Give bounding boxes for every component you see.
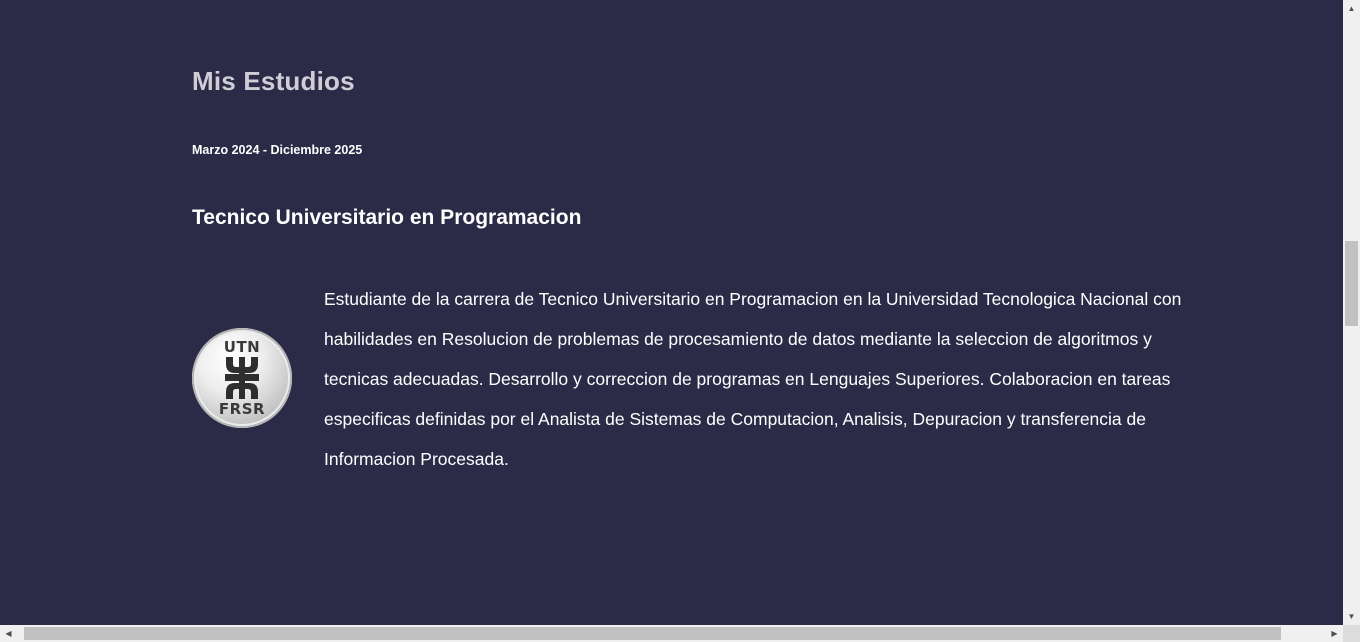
- logo-top-text: UTN: [223, 338, 261, 356]
- utn-emblem-icon: [225, 357, 259, 399]
- education-description: Estudiante de la carrera de Tecnico Univ…: [324, 289, 1182, 469]
- vertical-scrollbar-thumb[interactable]: [1345, 241, 1358, 326]
- scrollbar-corner: [1343, 625, 1360, 642]
- horizontal-scrollbar-thumb[interactable]: [24, 627, 1281, 640]
- section-title: Mis Estudios: [192, 66, 355, 96]
- triangle-left-icon[interactable]: ◀: [0, 625, 17, 642]
- triangle-down-icon[interactable]: ▼: [1343, 608, 1360, 625]
- education-dates: Marzo 2024 - Diciembre 2025: [192, 143, 363, 157]
- degree-title: Tecnico Universitario en Programacion: [192, 206, 582, 229]
- page-content: Mis Estudios Marzo 2024 - Diciembre 2025…: [0, 0, 1343, 625]
- triangle-right-icon[interactable]: ▶: [1326, 625, 1343, 642]
- logo-bottom-text: FRSR: [218, 400, 266, 418]
- vertical-scrollbar[interactable]: ▲ ▼: [1343, 0, 1360, 625]
- utn-logo: UTN FRSR: [192, 328, 292, 428]
- triangle-up-icon[interactable]: ▲: [1343, 0, 1360, 17]
- horizontal-scrollbar[interactable]: ◀ ▶: [0, 625, 1343, 642]
